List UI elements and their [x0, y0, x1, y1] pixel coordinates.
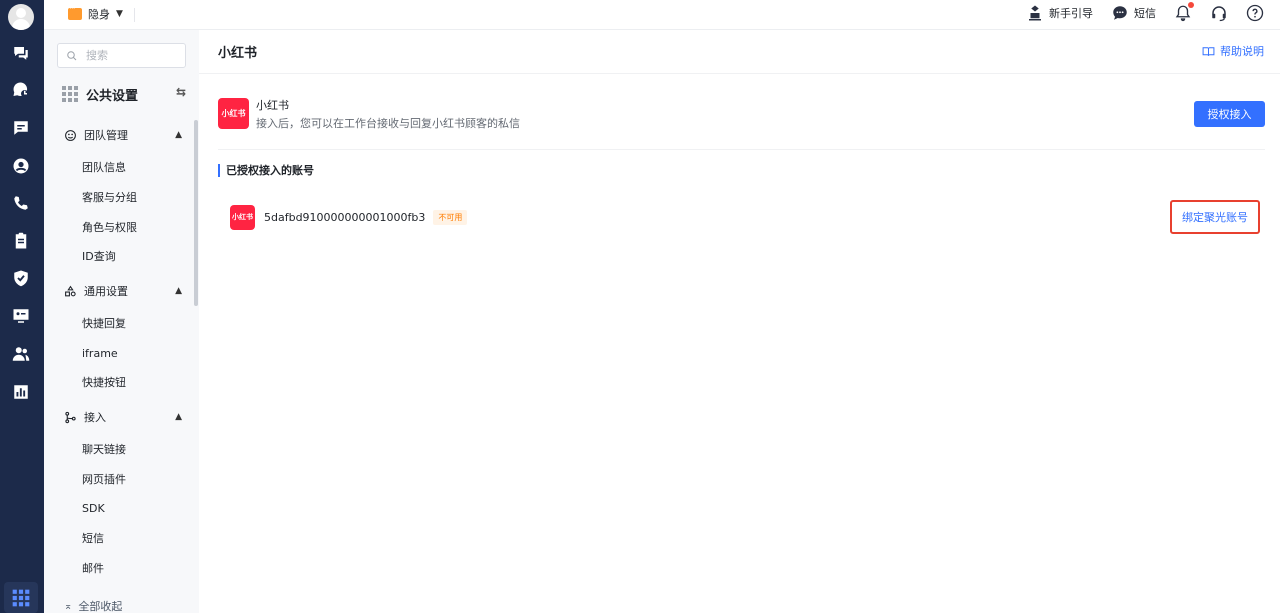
sms-label: 短信 [1134, 7, 1156, 20]
sidebar-item-chat-link[interactable]: 聊天链接 [82, 442, 126, 458]
history-chat-icon[interactable] [11, 80, 31, 100]
authorize-button[interactable]: 授权接入 [1194, 101, 1265, 127]
divider [134, 8, 135, 22]
channel-name: 小红书 [256, 99, 289, 112]
xiaohongshu-logo: 小红书 [218, 98, 249, 129]
team-management-icon [65, 129, 76, 141]
search-box[interactable] [57, 43, 186, 68]
xiaohongshu-logo: 小红书 [230, 204, 255, 230]
divider [218, 149, 1265, 150]
group-general-settings[interactable]: 通用设置 ▲ [64, 282, 182, 300]
sidebar-item-sms[interactable]: 短信 [82, 531, 104, 547]
account-id: 5dafbd910000000001000fb3 [264, 210, 426, 224]
sidebar-item-quick-button[interactable]: 快捷按钮 [82, 375, 126, 391]
monitor-icon[interactable] [11, 306, 31, 326]
access-icon [65, 411, 76, 423]
apps-grid-icon[interactable] [4, 582, 38, 613]
group-label: 团队管理 [84, 129, 128, 142]
guide-icon [1029, 5, 1041, 21]
guide-label: 新手引导 [1049, 7, 1093, 20]
headset-icon [1212, 6, 1226, 22]
sms-icon [1113, 6, 1127, 20]
phone-icon[interactable] [11, 193, 31, 213]
top-bar: 隐身 ▼ 新手引导 短信 [44, 0, 1280, 30]
sidebar-item-web-plugin[interactable]: 网页插件 [82, 472, 126, 488]
swap-icon[interactable]: ⇆ [176, 85, 186, 99]
chevron-up-icon: ▲ [175, 286, 182, 296]
group-team-management[interactable]: 团队管理 ▲ [64, 126, 182, 144]
main-content: 小红书 帮助说明 小红书 小红书 接入后，您可以在工作台接收与回复小红书顾客的私… [199, 30, 1280, 613]
group-label: 接入 [84, 411, 106, 424]
collapse-all-label: 全部收起 [78, 600, 123, 613]
help-button[interactable] [1246, 4, 1264, 22]
question-icon [1246, 4, 1264, 22]
account-row: 小红书 5dafbd910000000001000fb3 不可用 [230, 204, 468, 230]
sms-button[interactable]: 短信 [1111, 4, 1156, 22]
settings-sidebar: 公共设置 ⇆ 团队管理 ▲ 团队信息 客服与分组 角色与权限 ID查询 通用设置… [44, 30, 199, 613]
shield-icon[interactable] [11, 268, 31, 288]
status-selector[interactable]: 隐身 ▼ [68, 4, 123, 22]
sidebar-item-sdk[interactable]: SDK [82, 501, 105, 517]
chevron-up-icon: ▲ [175, 130, 182, 140]
collapse-icon: ⌅ [64, 600, 73, 612]
group-access[interactable]: 接入 ▲ [64, 408, 182, 426]
grid-icon [62, 86, 78, 102]
sidebar-item-iframe[interactable]: iframe [82, 346, 118, 362]
section-title: 已授权接入的账号 [218, 164, 314, 177]
chevron-up-icon: ▲ [175, 412, 182, 422]
help-label: 帮助说明 [1220, 45, 1264, 58]
status-badge: 不可用 [433, 209, 468, 225]
sidebar-item-id-query[interactable]: ID查询 [82, 249, 116, 265]
sidebar-item-quick-reply[interactable]: 快捷回复 [82, 316, 126, 332]
sidebar-item-agents-groups[interactable]: 客服与分组 [82, 190, 137, 206]
customer-icon[interactable] [11, 156, 31, 176]
ticket-icon[interactable] [11, 231, 31, 251]
channel-card: 小红书 小红书 接入后，您可以在工作台接收与回复小红书顾客的私信 授权接入 [218, 98, 1265, 150]
channel-description: 接入后，您可以在工作台接收与回复小红书顾客的私信 [256, 117, 520, 130]
divider [199, 73, 1280, 74]
left-rail [0, 0, 44, 613]
bind-juguang-account-button[interactable]: 绑定聚光账号 [1170, 200, 1260, 234]
sidebar-title-text: 公共设置 [86, 88, 139, 104]
avatar[interactable] [8, 4, 34, 30]
top-right-actions: 新手引导 短信 [1026, 2, 1264, 22]
sidebar-item-email[interactable]: 邮件 [82, 561, 104, 577]
support-button[interactable] [1210, 4, 1228, 22]
sidebar-item-team-info[interactable]: 团队信息 [82, 160, 126, 176]
guide-button[interactable]: 新手引导 [1026, 4, 1093, 22]
group-label: 通用设置 [84, 285, 128, 298]
book-icon [1202, 46, 1215, 56]
status-badge-icon [68, 4, 82, 20]
report-icon[interactable] [11, 382, 31, 402]
caret-down-icon: ▼ [116, 9, 123, 19]
page-title: 小红书 [218, 46, 258, 61]
notification-button[interactable] [1174, 2, 1194, 22]
message-icon[interactable] [11, 118, 31, 138]
status-label: 隐身 [88, 8, 110, 21]
search-input[interactable] [84, 48, 174, 63]
team-icon[interactable] [11, 344, 31, 364]
scrollbar[interactable] [194, 120, 198, 306]
collapse-all-button[interactable]: ⌅ 全部收起 [64, 598, 122, 614]
sidebar-title: 公共设置 ⇆ [62, 84, 186, 104]
sidebar-item-roles[interactable]: 角色与权限 [82, 220, 137, 236]
search-icon [67, 50, 77, 60]
notification-dot [1188, 2, 1194, 8]
shapes-icon [65, 285, 76, 296]
chat-icon[interactable] [11, 43, 31, 63]
help-doc-link[interactable]: 帮助说明 [1202, 43, 1264, 59]
